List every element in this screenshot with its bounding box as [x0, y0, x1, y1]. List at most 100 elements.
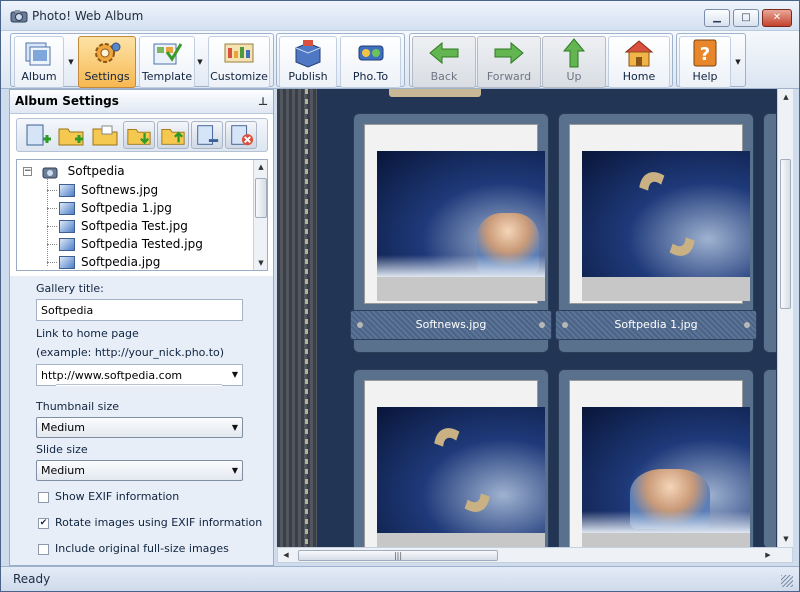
photo-frame: [364, 124, 545, 304]
scroll-down-arrow-icon[interactable]: ▼: [255, 257, 267, 269]
publish-button[interactable]: Publish: [279, 36, 337, 88]
maximize-button[interactable]: □: [733, 9, 759, 27]
back-button[interactable]: Back: [412, 36, 476, 88]
scroll-left-arrow-icon[interactable]: ◀: [280, 549, 292, 561]
tree-file-label: Softpedia Test.jpg: [81, 219, 188, 233]
tree-branch: [47, 262, 57, 263]
album-tree: − Softpedia Softnews.jpg Softpedia 1.jpg…: [16, 159, 268, 271]
collapse-toggle-icon[interactable]: −: [23, 167, 32, 176]
app-window: Photo! Web Album ▁ □ ✕ Album ▼ Settings …: [0, 0, 800, 592]
photo-caption: Softpedia 1.jpg: [555, 310, 757, 340]
album-spine: [277, 89, 317, 548]
customize-icon: [224, 43, 254, 63]
scroll-up-arrow-icon[interactable]: ▲: [255, 161, 267, 173]
slide-size-label: Slide size: [36, 443, 88, 456]
home-link-example: (example: http://your_nick.pho.to): [36, 346, 225, 359]
forward-button[interactable]: Forward: [477, 36, 541, 88]
album-dropdown-arrow[interactable]: ▼: [66, 52, 76, 72]
move-up-folder-icon[interactable]: [157, 121, 189, 149]
image-file-icon: [59, 202, 75, 215]
pin-icon[interactable]: ⊥: [258, 95, 268, 108]
photo-card[interactable]: Softnews.jpg: [350, 113, 552, 353]
customize-button[interactable]: Customize: [208, 36, 270, 88]
phto-logo-icon: [358, 45, 383, 61]
photo-caption-text: Softpedia 1.jpg: [614, 318, 698, 331]
help-button[interactable]: ? Help: [679, 36, 731, 88]
photo-matte: [377, 277, 545, 301]
tree-file-label: Softpedia 1.jpg: [81, 201, 172, 215]
album-preview: Softnews.jpg Softpedia 1.jpg: [277, 89, 793, 548]
tree-file-row[interactable]: Softpedia.jpg: [59, 253, 160, 270]
help-dropdown-arrow[interactable]: ▼: [733, 52, 743, 72]
include-original-label: Include original full-size images: [55, 542, 229, 555]
gallery-title-input[interactable]: Softpedia: [36, 299, 243, 321]
photo-frame: [364, 380, 545, 548]
home-link-combobox[interactable]: http://www.softpedia.com ▼: [36, 364, 243, 386]
home-label: Home: [622, 70, 656, 83]
template-icon: [153, 43, 183, 65]
home-button[interactable]: Home: [608, 36, 670, 88]
publish-box-icon: [295, 40, 321, 68]
photo-matte: [582, 533, 750, 548]
album-icon: [25, 42, 51, 66]
app-camera-icon: [10, 10, 28, 23]
add-image-icon[interactable]: [21, 121, 53, 149]
up-button[interactable]: Up: [542, 36, 606, 88]
preview-vertical-scrollbar[interactable]: ▲ ▼: [777, 89, 793, 548]
album-settings-panel: Album Settings ⊥ − Softpedia Softnews.jp…: [9, 89, 274, 566]
photo-card[interactable]: Softpedia 1.jpg: [555, 113, 757, 353]
tree-file-row[interactable]: Softpedia 1.jpg: [59, 199, 172, 217]
tree-guide-line: [47, 174, 48, 266]
chevron-down-icon[interactable]: ▼: [232, 370, 238, 379]
settings-button[interactable]: Settings: [78, 36, 136, 88]
phto-label: Pho.To: [352, 70, 389, 83]
chevron-down-icon[interactable]: ▼: [232, 423, 238, 432]
tree-file-row[interactable]: Softnews.jpg: [59, 181, 158, 199]
thumbnail-image: [582, 407, 750, 533]
show-exif-checkbox[interactable]: [38, 492, 49, 503]
scroll-up-arrow-icon[interactable]: ▲: [780, 91, 792, 103]
tree-root-row[interactable]: − Softpedia: [23, 162, 125, 180]
preview-horizontal-scrollbar[interactable]: ◀ ||| ▶: [277, 547, 793, 563]
move-down-folder-icon[interactable]: [123, 121, 155, 149]
panel-title: Album Settings: [15, 94, 119, 108]
resize-grip-icon[interactable]: [781, 575, 793, 587]
photo-card[interactable]: [353, 369, 549, 548]
navigation-toolbar-group: Back Forward Up Home: [409, 33, 673, 88]
photo-frame: [569, 380, 750, 548]
thumbnail-image: [377, 407, 545, 533]
rotate-exif-checkbox[interactable]: ✔: [38, 518, 49, 529]
help-question-icon: ?: [693, 39, 717, 67]
photo-card[interactable]: [558, 369, 754, 548]
scroll-right-arrow-icon[interactable]: ▶: [762, 549, 774, 561]
tree-file-row[interactable]: Softpedia Test.jpg: [59, 217, 188, 235]
settings-label: Settings: [84, 70, 130, 83]
template-dropdown-arrow[interactable]: ▼: [195, 52, 205, 72]
tree-file-row[interactable]: Softpedia Tested.jpg: [59, 235, 203, 253]
remove-image-icon[interactable]: [191, 121, 223, 149]
template-button[interactable]: Template: [139, 36, 195, 88]
scroll-down-arrow-icon[interactable]: ▼: [780, 533, 792, 545]
tree-branch: [47, 190, 57, 191]
preview-vscroll-thumb[interactable]: [780, 159, 791, 309]
form-separator: [56, 384, 222, 386]
slide-size-select[interactable]: Medium ▼: [36, 460, 243, 481]
phto-button[interactable]: Pho.To: [340, 36, 401, 88]
photo-caption-text: Softnews.jpg: [415, 318, 487, 331]
album-button[interactable]: Album: [14, 36, 64, 88]
chevron-down-icon[interactable]: ▼: [232, 466, 238, 475]
delete-image-icon[interactable]: [225, 121, 257, 149]
add-folder-icon[interactable]: [55, 121, 87, 149]
thumbnail-size-select[interactable]: Medium ▼: [36, 417, 243, 438]
tree-scroll-thumb[interactable]: [255, 178, 267, 218]
gallery-title-label: Gallery title:: [36, 282, 104, 295]
preview-hscroll-thumb[interactable]: |||: [298, 550, 498, 561]
close-button[interactable]: ✕: [762, 9, 792, 27]
minimize-button[interactable]: ▁: [704, 9, 730, 27]
open-folder-icon[interactable]: [89, 121, 121, 149]
tree-scrollbar[interactable]: ▲ ▼: [253, 160, 267, 270]
include-original-checkbox[interactable]: [38, 544, 49, 555]
tree-branch: [47, 208, 57, 209]
panel-toolbar: [16, 118, 268, 152]
forward-arrow-icon: [494, 41, 524, 65]
